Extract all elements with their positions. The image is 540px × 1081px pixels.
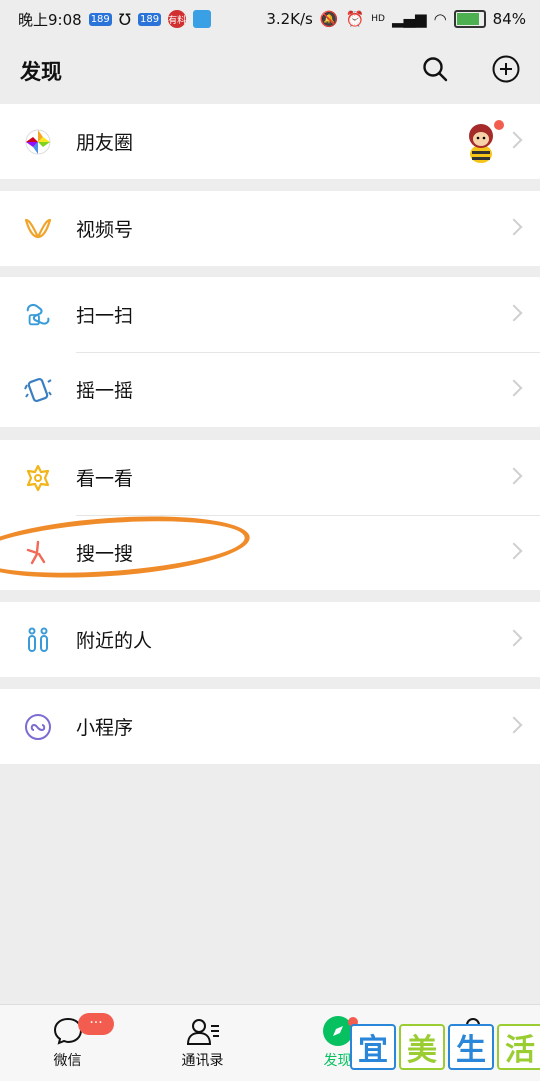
menu-item-moments[interactable]: 朋友圈 bbox=[0, 104, 540, 179]
hd-signal-icon: HD bbox=[371, 14, 385, 24]
section-mini-programs: 小程序 bbox=[0, 689, 540, 764]
contacts-icon bbox=[186, 1019, 219, 1045]
search-search-icon bbox=[24, 539, 52, 567]
menu-item-mini-programs[interactable]: 小程序 bbox=[0, 689, 540, 764]
menu-item-top-stories[interactable]: 看一看 bbox=[0, 440, 540, 515]
nearby-icon bbox=[24, 626, 52, 654]
new-post-dot bbox=[494, 120, 504, 130]
menu-label-search: 搜一搜 bbox=[76, 543, 134, 565]
page-title: 发现 bbox=[20, 60, 62, 84]
network-speed: 3.2K/s bbox=[266, 10, 313, 28]
menu-item-scan[interactable]: 扫一扫 bbox=[0, 277, 540, 352]
weibo-icon bbox=[193, 10, 212, 28]
top-stories-icon bbox=[24, 464, 52, 492]
menu-item-shake[interactable]: 摇一摇 bbox=[0, 352, 540, 427]
friend-avatar bbox=[464, 120, 504, 164]
menu-label-top-stories: 看一看 bbox=[76, 468, 134, 490]
unread-badge: ··· bbox=[78, 1013, 114, 1035]
channels-icon bbox=[24, 215, 52, 243]
search-icon[interactable] bbox=[422, 56, 448, 86]
battery-percent: 84% bbox=[492, 10, 526, 28]
menu-label-shake: 摇一摇 bbox=[76, 380, 134, 402]
chevron-right-icon bbox=[505, 716, 523, 733]
chevron-right-icon bbox=[505, 467, 523, 484]
shield-icon: Ʊ bbox=[118, 9, 132, 29]
watermark-char-3: 生 bbox=[448, 1024, 494, 1070]
row-divider bbox=[76, 352, 540, 353]
moments-icon bbox=[24, 128, 52, 156]
watermark: 宜 美 生 活 bbox=[350, 1024, 540, 1070]
tab-chats[interactable]: ··· 微信 bbox=[0, 1005, 135, 1081]
section-channels: 视频号 bbox=[0, 191, 540, 266]
scan-icon bbox=[24, 301, 52, 329]
section-stories-search: 看一看 搜一搜 bbox=[0, 440, 540, 590]
alarm-icon: ⏰ bbox=[345, 10, 365, 28]
carrier-badge-1: 189 bbox=[88, 12, 112, 26]
tab-label-contacts: 通讯录 bbox=[181, 1053, 224, 1069]
menu-label-nearby: 附近的人 bbox=[76, 630, 153, 652]
chevron-right-icon bbox=[505, 542, 523, 559]
menu-label-channels: 视频号 bbox=[76, 219, 134, 241]
mini-programs-icon bbox=[24, 713, 52, 741]
chevron-right-icon bbox=[505, 379, 523, 396]
section-moments: 朋友圈 bbox=[0, 104, 540, 179]
shake-icon bbox=[24, 376, 52, 404]
status-time: 晚上9:08 bbox=[18, 10, 82, 29]
carrier-badge-2: 189 bbox=[138, 12, 162, 26]
tab-label-discover: 发现 bbox=[323, 1053, 352, 1069]
tab-contacts[interactable]: 通讯录 bbox=[135, 1005, 270, 1081]
signal-icon: ▂▄▆ bbox=[391, 10, 427, 28]
wifi-icon: ◠ bbox=[433, 10, 447, 28]
watermark-char-1: 宜 bbox=[350, 1024, 396, 1070]
mute-icon: 🔕 bbox=[319, 10, 339, 28]
row-divider bbox=[76, 515, 540, 516]
chevron-right-icon bbox=[505, 131, 523, 148]
menu-item-search[interactable]: 搜一搜 bbox=[0, 515, 540, 590]
menu-label-mini-programs: 小程序 bbox=[76, 717, 134, 739]
menu-label-moments: 朋友圈 bbox=[76, 132, 134, 154]
battery-icon bbox=[453, 10, 486, 28]
chevron-right-icon bbox=[505, 304, 523, 321]
status-bar: 晚上9:08 189 Ʊ 189 有料 3.2K/s 🔕 ⏰ HD ▂▄▆ ◠ … bbox=[0, 0, 540, 38]
menu-item-nearby[interactable]: 附近的人 bbox=[0, 602, 540, 677]
page-header: 发现 bbox=[0, 38, 540, 104]
menu-label-scan: 扫一扫 bbox=[76, 305, 134, 327]
menu-item-channels[interactable]: 视频号 bbox=[0, 191, 540, 266]
tab-label-chats: 微信 bbox=[53, 1053, 82, 1069]
add-icon[interactable] bbox=[492, 55, 520, 87]
watermark-char-2: 美 bbox=[399, 1024, 445, 1070]
watermark-char-4: 活 bbox=[497, 1024, 540, 1070]
chevron-right-icon bbox=[505, 218, 523, 235]
section-scan-shake: 扫一扫 摇一摇 bbox=[0, 277, 540, 427]
section-nearby: 附近的人 bbox=[0, 602, 540, 677]
chevron-right-icon bbox=[505, 629, 523, 646]
app-badge-icon: 有料 bbox=[168, 10, 186, 28]
